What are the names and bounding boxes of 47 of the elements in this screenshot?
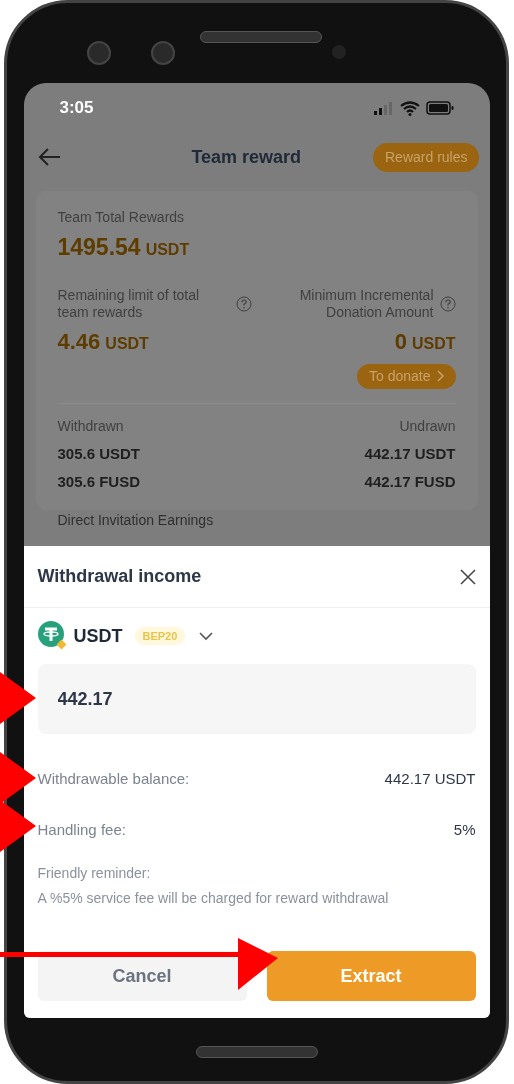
row-value: 5%	[453, 819, 476, 840]
amount: 4.46	[57, 327, 101, 356]
sheet-title: Withdrawal income	[37, 565, 202, 588]
page-title: Team reward	[191, 145, 302, 169]
camera-icon	[87, 41, 111, 65]
label: Minimum Incremental Donation Amount	[298, 286, 434, 321]
withdrawn-amount: 305.6 USDT	[57, 443, 141, 464]
row-label: Handling fee:	[37, 819, 126, 840]
chevron-down-icon[interactable]	[199, 631, 214, 641]
donate-button[interactable]: To donate	[357, 363, 456, 389]
row-label: Withdrawable balance:	[37, 769, 190, 789]
wifi-icon	[399, 100, 420, 116]
label: Withdrawn	[57, 416, 125, 436]
section-title: Direct Invitation Earnings	[57, 511, 215, 528]
battery-icon	[425, 101, 454, 115]
row-value: 442.17 USDT	[384, 769, 476, 789]
reward-rules-button[interactable]: Reward rules	[373, 142, 480, 172]
pointer-arrow	[0, 800, 36, 852]
reminder-text: A %5% service fee will be charged for reward withdrawal	[37, 889, 390, 908]
token-icon	[37, 621, 68, 651]
label: Remaining limit of total team rewards	[57, 286, 201, 321]
reminder-title: Friendly reminder:	[37, 864, 152, 883]
cancel-button[interactable]: Cancel	[37, 951, 247, 1001]
label: Undrawn	[399, 416, 456, 436]
pointer-arrow	[0, 752, 36, 804]
amount: 1495.54	[57, 233, 141, 262]
signal-icon	[373, 101, 394, 115]
unit: USDT	[411, 333, 456, 354]
status-time: 3:05	[59, 97, 94, 120]
pointer-arrow	[0, 672, 36, 724]
close-icon[interactable]	[459, 568, 476, 585]
unit: USDT	[145, 240, 190, 260]
amount: 0	[394, 327, 407, 356]
amount-input[interactable]: 442.17	[37, 664, 476, 734]
token-name: USDT	[73, 624, 123, 648]
unit: USDT	[105, 333, 149, 354]
camera-icon	[151, 41, 175, 65]
chevron-right-icon	[436, 370, 444, 382]
withdrawn-amount: 305.6 FUSD	[57, 472, 141, 492]
help-icon[interactable]	[235, 295, 252, 312]
undrawn-amount: 442.17 FUSD	[364, 472, 456, 492]
label: Team Total Rewards	[57, 208, 186, 227]
network-tag: BEP20	[134, 626, 186, 646]
back-icon[interactable]	[37, 147, 62, 167]
undrawn-amount: 442.17 USDT	[364, 443, 456, 464]
help-icon[interactable]	[439, 295, 456, 312]
extract-button[interactable]: Extract	[266, 951, 476, 1001]
